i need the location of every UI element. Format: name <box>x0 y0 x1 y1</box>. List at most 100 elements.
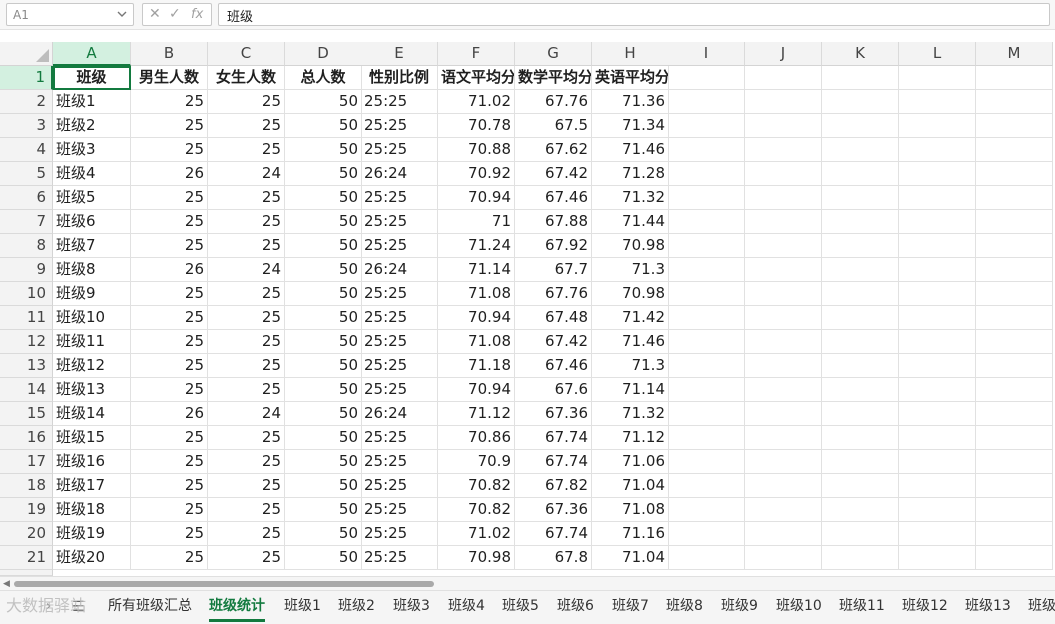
empty-cell[interactable] <box>668 306 745 330</box>
data-cell[interactable]: 70.92 <box>438 162 515 186</box>
row-header-19[interactable]: 19 <box>0 498 53 522</box>
data-cell[interactable]: 71.42 <box>592 306 669 330</box>
empty-cell[interactable] <box>976 522 1053 546</box>
data-cell[interactable]: 25:25 <box>361 186 438 210</box>
data-cell[interactable]: 25:25 <box>361 474 438 498</box>
empty-cell[interactable] <box>668 354 745 378</box>
data-cell[interactable]: 67.92 <box>515 234 592 258</box>
data-cell[interactable]: 25 <box>208 450 285 474</box>
data-cell[interactable]: 25:25 <box>361 306 438 330</box>
sheet-tab[interactable]: 班级9 <box>721 591 758 622</box>
column-header-a[interactable]: A <box>53 42 131 66</box>
data-cell[interactable]: 67.76 <box>515 90 592 114</box>
data-cell[interactable]: 25 <box>208 210 285 234</box>
scrollbar-thumb[interactable] <box>14 581 434 587</box>
data-cell[interactable]: 25 <box>131 546 208 570</box>
data-cell[interactable]: 25 <box>131 378 208 402</box>
row-header-20[interactable]: 20 <box>0 522 53 546</box>
empty-cell[interactable] <box>822 258 899 282</box>
column-header-h[interactable]: H <box>592 42 669 66</box>
data-cell[interactable]: 25:25 <box>361 234 438 258</box>
empty-cell[interactable] <box>899 258 976 282</box>
empty-cell[interactable] <box>745 306 822 330</box>
empty-cell[interactable] <box>745 258 822 282</box>
data-cell[interactable]: 50 <box>285 306 362 330</box>
empty-cell[interactable] <box>745 90 822 114</box>
data-cell[interactable]: 70.9 <box>438 450 515 474</box>
data-cell[interactable]: 25 <box>208 90 285 114</box>
data-cell[interactable]: 25 <box>131 354 208 378</box>
empty-cell[interactable] <box>668 330 745 354</box>
data-cell[interactable]: 25 <box>131 450 208 474</box>
data-cell[interactable]: 班级10 <box>53 306 131 330</box>
data-cell[interactable]: 67.5 <box>515 114 592 138</box>
row-header-3[interactable]: 3 <box>0 114 53 138</box>
data-cell[interactable]: 25 <box>208 498 285 522</box>
data-cell[interactable]: 50 <box>285 546 362 570</box>
empty-cell[interactable] <box>668 138 745 162</box>
data-cell[interactable]: 67.6 <box>515 378 592 402</box>
data-cell[interactable]: 70.98 <box>592 234 669 258</box>
row-header-17[interactable]: 17 <box>0 450 53 474</box>
empty-cell[interactable] <box>745 138 822 162</box>
empty-cell[interactable] <box>899 546 976 570</box>
data-cell[interactable]: 26:24 <box>361 162 438 186</box>
data-cell[interactable]: 50 <box>285 330 362 354</box>
data-cell[interactable]: 25:25 <box>361 450 438 474</box>
empty-cell[interactable] <box>822 234 899 258</box>
data-cell[interactable]: 25 <box>208 306 285 330</box>
data-cell[interactable]: 70.94 <box>438 186 515 210</box>
sheet-tab[interactable]: 所有班级汇总 <box>108 591 192 622</box>
empty-cell[interactable] <box>668 186 745 210</box>
empty-cell[interactable] <box>745 402 822 426</box>
empty-cell[interactable] <box>822 210 899 234</box>
data-cell[interactable]: 26 <box>131 162 208 186</box>
empty-cell[interactable] <box>668 282 745 306</box>
data-cell[interactable]: 50 <box>285 258 362 282</box>
column-header-f[interactable]: F <box>438 42 515 66</box>
empty-cell[interactable] <box>745 186 822 210</box>
data-cell[interactable]: 71.08 <box>438 282 515 306</box>
empty-cell[interactable] <box>822 474 899 498</box>
data-cell[interactable]: 71.24 <box>438 234 515 258</box>
data-cell[interactable]: 25:25 <box>361 354 438 378</box>
data-cell[interactable]: 班级5 <box>53 186 131 210</box>
data-cell[interactable]: 70.94 <box>438 306 515 330</box>
empty-cell[interactable] <box>899 330 976 354</box>
data-cell[interactable]: 25 <box>131 138 208 162</box>
data-cell[interactable]: 50 <box>285 234 362 258</box>
data-cell[interactable]: 71.34 <box>592 114 669 138</box>
empty-cell[interactable] <box>745 162 822 186</box>
empty-cell[interactable] <box>899 522 976 546</box>
data-cell[interactable]: 50 <box>285 498 362 522</box>
empty-cell[interactable] <box>668 498 745 522</box>
empty-cell[interactable] <box>899 354 976 378</box>
data-cell[interactable]: 71.32 <box>592 186 669 210</box>
empty-cell[interactable] <box>668 522 745 546</box>
data-cell[interactable]: 25:25 <box>361 546 438 570</box>
empty-cell[interactable] <box>745 426 822 450</box>
data-cell[interactable]: 71.32 <box>592 402 669 426</box>
data-cell[interactable]: 67.74 <box>515 426 592 450</box>
empty-cell[interactable] <box>899 210 976 234</box>
empty-cell[interactable] <box>668 162 745 186</box>
data-cell[interactable]: 25 <box>131 498 208 522</box>
sheet-tab[interactable]: 班级2 <box>338 591 375 622</box>
column-header-m[interactable]: M <box>976 42 1053 66</box>
data-cell[interactable]: 67.46 <box>515 354 592 378</box>
empty-cell[interactable] <box>899 498 976 522</box>
empty-cell[interactable] <box>668 114 745 138</box>
empty-cell[interactable] <box>668 546 745 570</box>
row-header-21[interactable]: 21 <box>0 546 53 570</box>
data-cell[interactable]: 50 <box>285 354 362 378</box>
fx-icon[interactable]: fx <box>191 7 203 22</box>
data-cell[interactable]: 26 <box>131 258 208 282</box>
empty-cell[interactable] <box>822 162 899 186</box>
empty-cell[interactable] <box>745 474 822 498</box>
data-cell[interactable]: 71.28 <box>592 162 669 186</box>
data-cell[interactable]: 70.82 <box>438 474 515 498</box>
empty-cell[interactable] <box>668 90 745 114</box>
data-cell[interactable]: 班级16 <box>53 450 131 474</box>
data-cell[interactable]: 25:25 <box>361 426 438 450</box>
sheet-tab[interactable]: 班级5 <box>502 591 539 622</box>
